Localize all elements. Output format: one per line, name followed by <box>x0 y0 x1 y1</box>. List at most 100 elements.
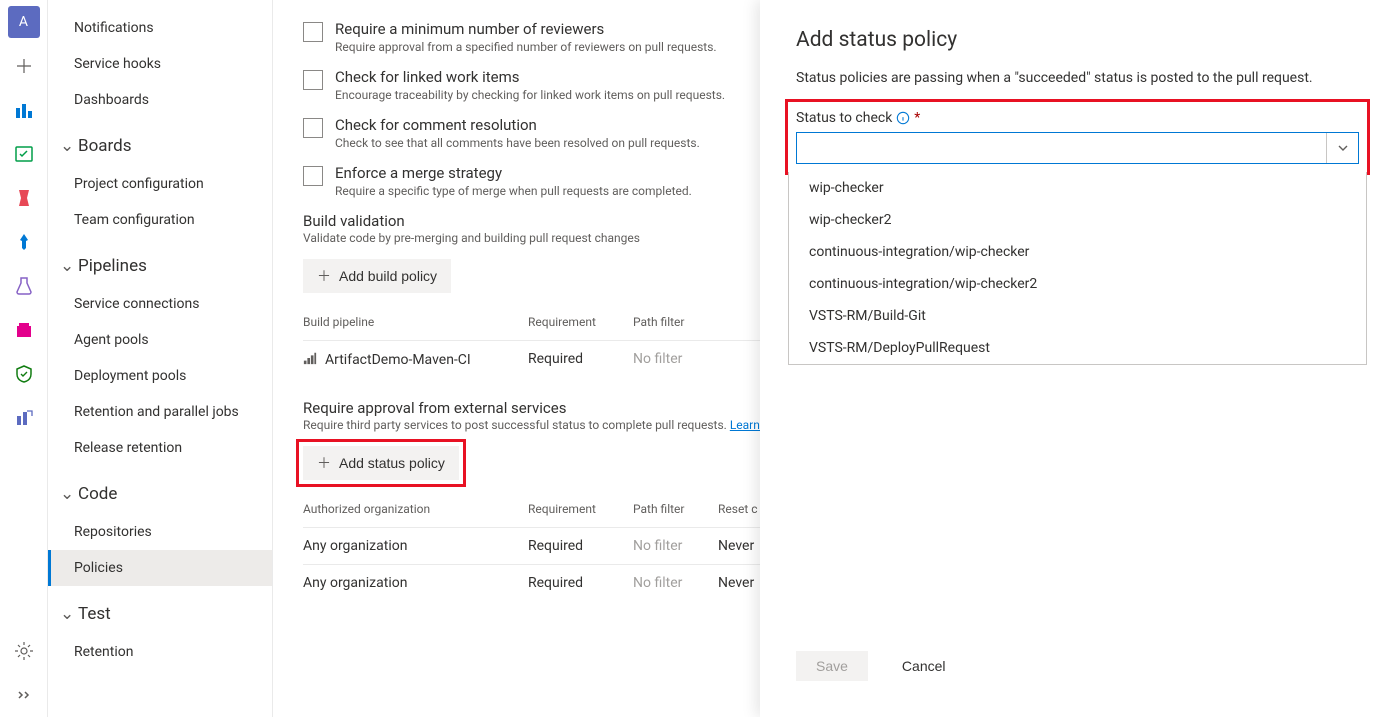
button-label: Add status policy <box>339 455 445 471</box>
rail-boards-icon[interactable] <box>8 138 40 170</box>
status-to-check-field-highlight: Status to check * <box>788 102 1367 172</box>
cell-value: Any organization <box>303 575 528 591</box>
sidebar-group-test[interactable]: ⌄Test <box>48 594 272 634</box>
sidebar-item-repositories[interactable]: Repositories <box>48 514 272 550</box>
sidebar-item-service-hooks[interactable]: Service hooks <box>48 46 272 82</box>
cell-value: Required <box>528 575 633 591</box>
sidebar-item-label: Retention <box>74 644 134 660</box>
cell-value: No filter <box>633 351 718 369</box>
col-head: Path filter <box>633 315 718 329</box>
sidebar-item-project-config[interactable]: Project configuration <box>48 166 272 202</box>
settings-sidebar: Notifications Service hooks Dashboards ⌄… <box>48 0 273 717</box>
cell-value: No filter <box>633 575 718 591</box>
col-head: Path filter <box>633 502 718 516</box>
rail-pipelines-icon[interactable] <box>8 226 40 258</box>
sidebar-item-label: Policies <box>74 560 123 576</box>
policy-desc: Require a specific type of merge when pu… <box>335 184 692 198</box>
chevron-down-icon: ⌄ <box>60 484 74 504</box>
status-to-check-input[interactable] <box>797 133 1326 163</box>
chk-comment-resolution[interactable] <box>303 118 323 138</box>
dropdown-option[interactable]: VSTS-RM/Build-Git <box>789 300 1366 332</box>
rail-expand-icon[interactable] <box>8 679 40 711</box>
required-mark: * <box>914 110 920 126</box>
dropdown-option[interactable]: wip-checker2 <box>789 204 1366 236</box>
plus-icon: ＋ <box>317 266 331 286</box>
chevron-down-icon: ⌄ <box>60 136 74 156</box>
sidebar-item-notifications[interactable]: Notifications <box>48 10 272 46</box>
col-head: Build pipeline <box>303 315 528 329</box>
policy-title: Require a minimum number of reviewers <box>335 20 717 38</box>
rail-testplans-icon[interactable] <box>8 270 40 302</box>
button-label: Add build policy <box>339 268 437 284</box>
pipeline-icon <box>303 351 317 369</box>
rail-settings-icon[interactable] <box>8 635 40 667</box>
col-head: Authorized organization <box>303 502 528 516</box>
policy-desc: Check to see that all comments have been… <box>335 136 700 150</box>
dropdown-option[interactable]: continuous-integration/wip-checker <box>789 236 1366 268</box>
policy-desc: Require approval from a specified number… <box>335 40 717 54</box>
status-to-check-label: Status to check * <box>796 110 1359 126</box>
sidebar-item-label: Project configuration <box>74 176 204 192</box>
sidebar-item-label: Agent pools <box>74 332 149 348</box>
sidebar-item-retention-parallel[interactable]: Retention and parallel jobs <box>48 394 272 430</box>
sidebar-item-deployment-pools[interactable]: Deployment pools <box>48 358 272 394</box>
cancel-button[interactable]: Cancel <box>882 651 966 681</box>
sidebar-item-label: Repositories <box>74 524 152 540</box>
sidebar-item-dashboards[interactable]: Dashboards <box>48 82 272 118</box>
rail-repos-icon[interactable] <box>8 182 40 214</box>
sidebar-group-boards[interactable]: ⌄Boards <box>48 126 272 166</box>
save-button[interactable]: Save <box>796 651 868 681</box>
nav-rail: A <box>0 0 48 717</box>
add-status-policy-button[interactable]: ＋ Add status policy <box>303 446 459 480</box>
info-icon[interactable] <box>896 111 910 125</box>
chevron-down-icon: ⌄ <box>60 604 74 624</box>
cell-value: Required <box>528 538 633 554</box>
sidebar-item-test-retention[interactable]: Retention <box>48 634 272 670</box>
chk-min-reviewers[interactable] <box>303 22 323 42</box>
sidebar-group-label: Code <box>78 484 117 504</box>
sidebar-item-release-retention[interactable]: Release retention <box>48 430 272 466</box>
chevron-down-icon: ⌄ <box>60 256 74 276</box>
sidebar-item-service-connections[interactable]: Service connections <box>48 286 272 322</box>
sidebar-group-label: Pipelines <box>78 256 147 276</box>
rail-artifacts-icon[interactable] <box>8 314 40 346</box>
sidebar-group-label: Test <box>78 604 111 624</box>
sidebar-group-pipelines[interactable]: ⌄Pipelines <box>48 246 272 286</box>
cell-value: Any organization <box>303 538 528 554</box>
rail-shield-icon[interactable] <box>8 358 40 390</box>
status-to-check-combobox[interactable] <box>796 132 1359 164</box>
sidebar-group-label: Boards <box>78 136 132 156</box>
sidebar-item-label: Release retention <box>74 440 182 456</box>
rail-add[interactable] <box>8 50 40 82</box>
policy-desc: Encourage traceability by checking for l… <box>335 88 725 102</box>
chk-linked-work-items[interactable] <box>303 70 323 90</box>
sidebar-item-label: Notifications <box>74 20 154 36</box>
status-dropdown-list: wip-checker wip-checker2 continuous-inte… <box>788 172 1367 365</box>
policy-title: Enforce a merge strategy <box>335 164 692 182</box>
dropdown-option[interactable]: VSTS-RM/DeployPullRequest <box>789 332 1366 364</box>
policy-title: Check for comment resolution <box>335 116 700 134</box>
rail-dashboard-icon[interactable] <box>8 94 40 126</box>
sidebar-item-label: Service hooks <box>74 56 161 72</box>
col-head: Requirement <box>528 502 633 516</box>
add-status-policy-blade: Add status policy Status policies are pa… <box>760 0 1395 717</box>
cell-value: Required <box>528 351 633 369</box>
sidebar-item-label: Team configuration <box>74 212 195 228</box>
add-build-policy-button[interactable]: ＋ Add build policy <box>303 259 451 293</box>
sidebar-item-policies[interactable]: Policies <box>48 550 272 586</box>
dropdown-option[interactable]: continuous-integration/wip-checker2 <box>789 268 1366 300</box>
chevron-down-icon[interactable] <box>1326 133 1358 163</box>
col-head: Requirement <box>528 315 633 329</box>
sidebar-item-agent-pools[interactable]: Agent pools <box>48 322 272 358</box>
plus-icon: ＋ <box>317 453 331 473</box>
rail-history-icon[interactable] <box>8 402 40 434</box>
dropdown-option[interactable]: wip-checker <box>789 172 1366 204</box>
sidebar-group-code[interactable]: ⌄Code <box>48 474 272 514</box>
chk-merge-strategy[interactable] <box>303 166 323 186</box>
policy-title: Check for linked work items <box>335 68 725 86</box>
blade-desc: Status policies are passing when a "succ… <box>796 70 1359 86</box>
rail-avatar[interactable]: A <box>8 6 40 38</box>
cell-value: ArtifactDemo-Maven-CI <box>325 352 471 368</box>
sidebar-item-label: Retention and parallel jobs <box>74 404 239 420</box>
sidebar-item-team-config[interactable]: Team configuration <box>48 202 272 238</box>
